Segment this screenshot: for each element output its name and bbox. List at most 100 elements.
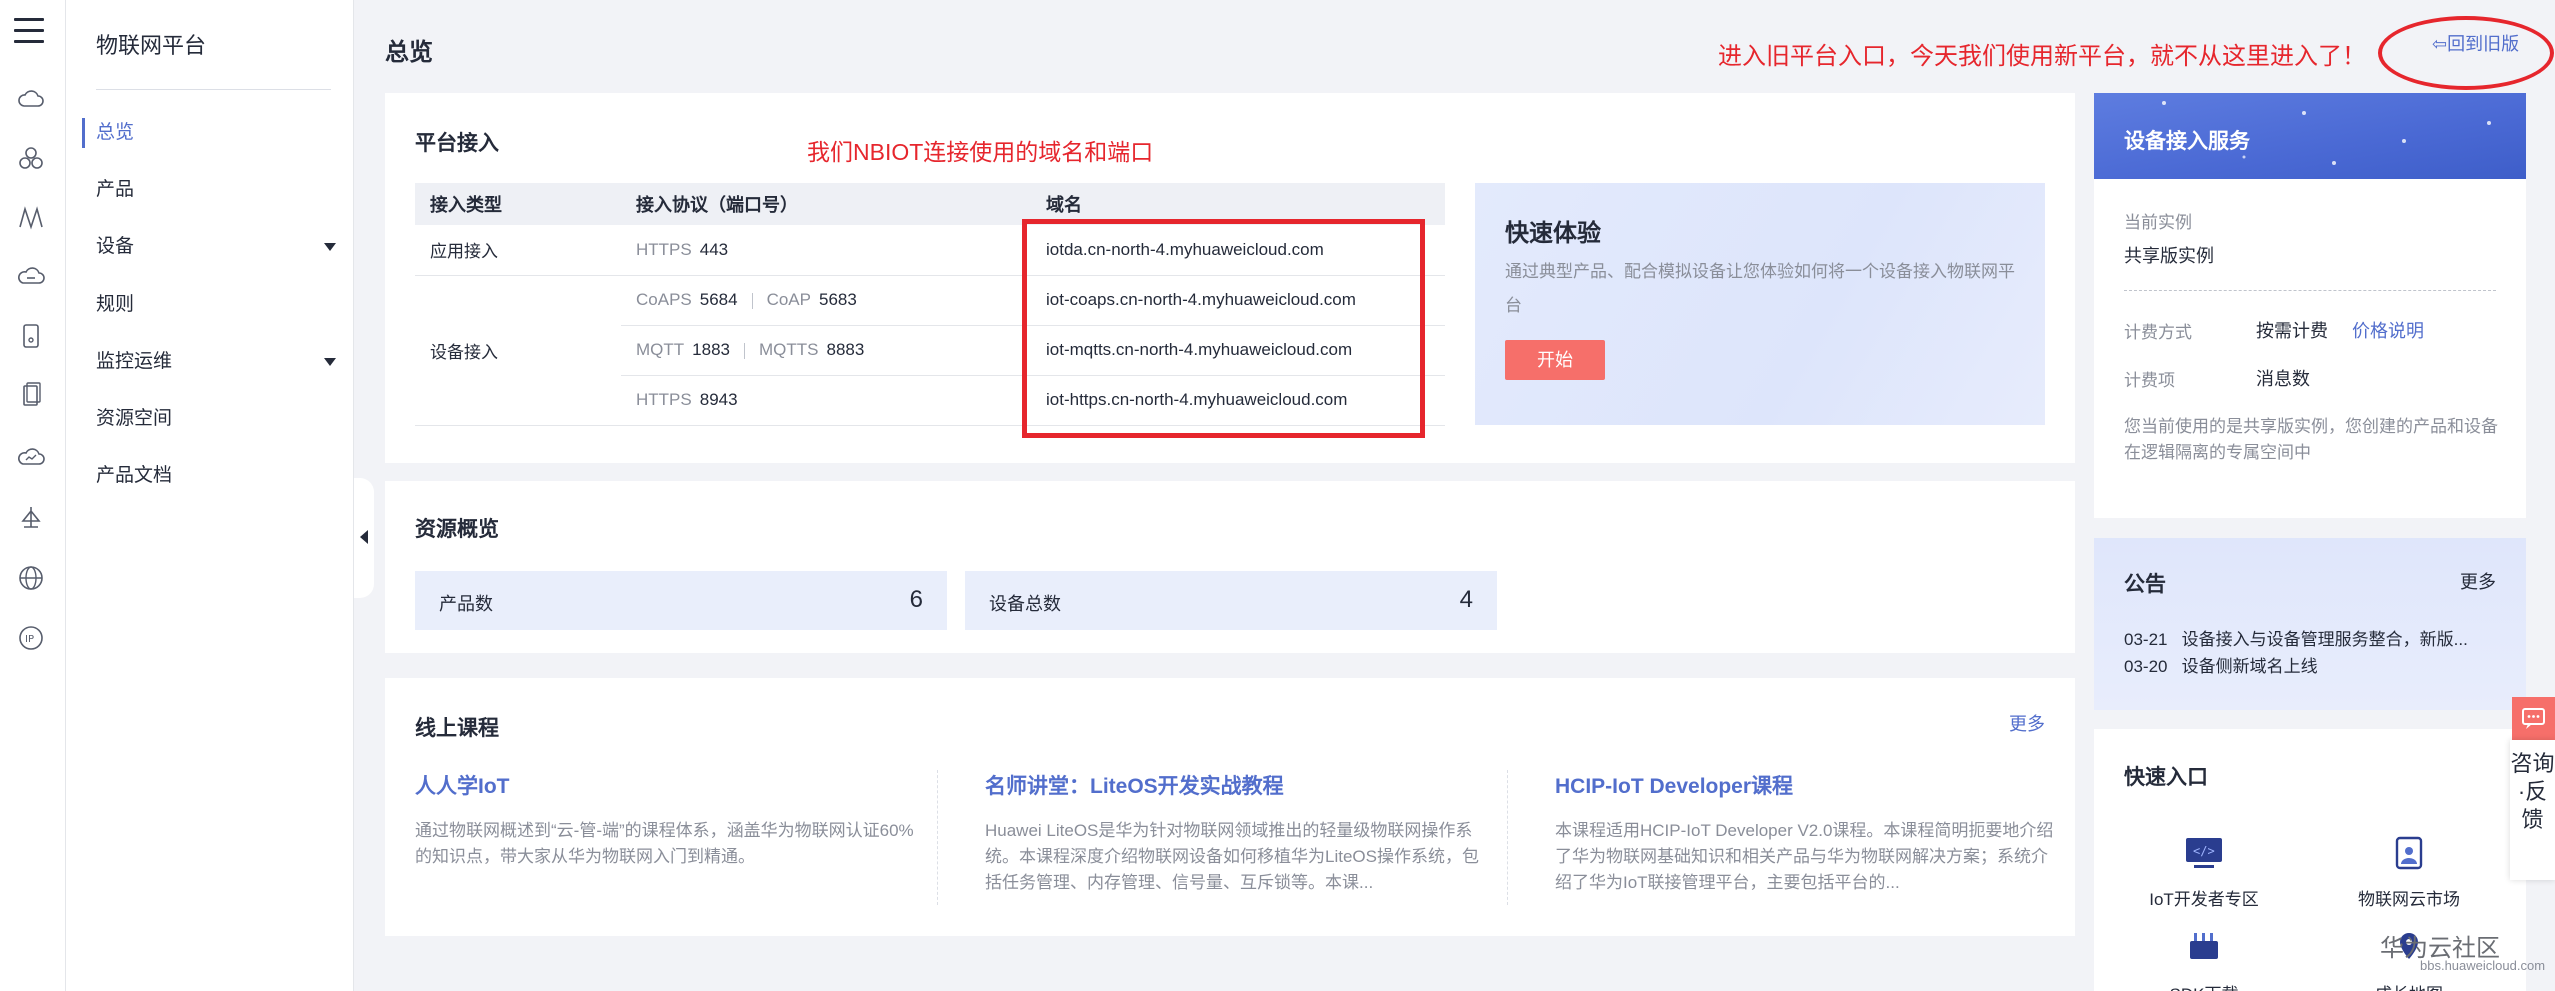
quick-entry-sdk[interactable]: SDK下载	[2139, 929, 2269, 991]
quick-entry-label: 成长地图	[2344, 980, 2474, 991]
protocol-port: 8943	[699, 390, 738, 409]
quick-entry-iot-dev[interactable]: </> IoT开发者专区	[2139, 834, 2269, 910]
network-icon[interactable]	[16, 203, 46, 233]
nav-item-monitor-label: 监控运维	[96, 351, 173, 372]
protocol-cell: CoAPS 5684 CoAP 5683	[621, 275, 1031, 326]
cluster-icon[interactable]	[16, 144, 46, 174]
column-header: 接入类型	[415, 183, 621, 225]
notice-title: 公告	[2124, 573, 2166, 596]
feedback-panel[interactable]: 咨询·反馈	[2510, 740, 2555, 880]
icon-rail: IP	[0, 0, 66, 991]
quick-try-title: 快速体验	[1505, 220, 1601, 247]
collapse-nav-button[interactable]	[354, 478, 374, 598]
chat-button[interactable]	[2512, 697, 2555, 740]
courses-more-link[interactable]: 更多	[2009, 710, 2045, 736]
quick-try-desc: 通过典型产品、配合模拟设备让您体验如何将一个设备接入物联网平台	[1505, 262, 2015, 315]
billing-label: 计费方式	[2124, 323, 2192, 342]
divider	[1507, 770, 1508, 905]
annotation-circle	[2378, 16, 2554, 90]
nav-item-product[interactable]: 产品	[96, 175, 346, 205]
annotation-domain-box	[1022, 219, 1425, 438]
divider	[743, 342, 745, 359]
access-type-cell: 应用接入	[415, 225, 621, 276]
resources-title: 资源概览	[415, 518, 499, 541]
nav-divider	[96, 89, 331, 90]
quick-entry-market[interactable]: 物联网云市场	[2344, 834, 2474, 910]
ip-icon[interactable]: IP	[16, 623, 46, 653]
protocol-name: HTTPS	[636, 239, 692, 259]
market-icon	[2395, 836, 2423, 870]
nav-item-device-label: 设备	[96, 236, 135, 257]
quick-entry-label: IoT开发者专区	[2149, 890, 2259, 909]
chevron-down-icon	[324, 358, 336, 366]
notice-more-link[interactable]: 更多	[2460, 568, 2496, 594]
protocol-name: CoAP	[766, 290, 811, 309]
storage-icon[interactable]	[16, 321, 46, 351]
annotation-old-platform: 进入旧平台入口，今天我们使用新平台，就不从这里进入了！	[1718, 43, 2366, 70]
database-cloud-icon[interactable]	[16, 262, 46, 292]
service-header: 设备接入服务	[2094, 93, 2526, 179]
nav-active-indicator	[82, 118, 85, 148]
device-count-value: 4	[1459, 586, 1473, 613]
globe-icon[interactable]	[16, 563, 46, 593]
nav-item-overview[interactable]: 总览	[96, 118, 346, 148]
document-icon[interactable]	[16, 380, 46, 410]
nav-title: 物联网平台	[96, 33, 207, 58]
sdk-chip-icon	[2190, 933, 2218, 959]
product-count-value: 6	[909, 586, 923, 613]
cloud-icon[interactable]	[16, 85, 46, 115]
instance-note: 您当前使用的是共享版实例，您创建的产品和设备在逻辑隔离的专属空间中	[2124, 417, 2498, 462]
service-title: 设备接入服务	[2124, 130, 2250, 153]
course-title[interactable]: 人人学IoT	[415, 770, 510, 800]
menu-icon[interactable]	[14, 18, 46, 46]
quick-entry-label: 物联网云市场	[2358, 890, 2460, 909]
chat-icon	[2522, 708, 2545, 729]
nav-item-rules[interactable]: 规则	[96, 290, 346, 320]
notice-item[interactable]: 03-20 设备侧新域名上线	[2124, 652, 2504, 677]
device-count-box[interactable]: 设备总数 4	[965, 571, 1497, 630]
notice-text: 设备接入与设备管理服务整合，新版...	[2181, 630, 2468, 649]
protocol-port: 443	[699, 239, 729, 259]
nav-item-resource-space[interactable]: 资源空间	[96, 404, 346, 434]
protocol-name: MQTT	[636, 340, 685, 359]
courses-title: 线上课程	[415, 717, 499, 740]
start-button[interactable]: 开始	[1505, 340, 1605, 380]
nav-item-docs[interactable]: 产品文档	[96, 461, 346, 491]
quick-try-panel: 快速体验 通过典型产品、配合模拟设备让您体验如何将一个设备接入物联网平台 开始	[1475, 183, 2045, 425]
annotation-nbiot: 我们NBIOT连接使用的域名和端口	[807, 139, 1154, 165]
billing-value: 按需计费	[2256, 321, 2328, 341]
courses-card: 线上课程 更多 人人学IoT 通过物联网概述到“云-管-端”的课程体系，涵盖华为…	[385, 678, 2075, 936]
access-type-cell: 设备接入	[415, 275, 621, 426]
svg-text:IP: IP	[25, 634, 34, 645]
product-count-label: 产品数	[439, 594, 493, 614]
protocol-cell: HTTPS 8943	[621, 375, 1031, 426]
course-desc: 通过物联网概述到“云-管-端”的课程体系，涵盖华为物联网认证60%的知识点，带大…	[415, 821, 914, 866]
course-title[interactable]: HCIP-IoT Developer课程	[1555, 770, 1793, 800]
protocol-name: MQTTS	[758, 340, 819, 359]
balance-icon[interactable]	[16, 503, 46, 533]
protocol-port: 5683	[819, 290, 857, 309]
chevron-left-icon	[360, 530, 368, 544]
course-desc: Huawei LiteOS是华为针对物联网领域推出的轻量级物联网操作系统。本课程…	[985, 821, 1479, 892]
svg-text:</>: </>	[2193, 844, 2215, 858]
code-monitor-icon: </>	[2186, 838, 2222, 868]
platform-access-title: 平台接入	[415, 132, 499, 155]
notice-text: 设备侧新域名上线	[2181, 657, 2318, 676]
course-title[interactable]: 名师讲堂：LiteOS开发实战教程	[985, 770, 1284, 800]
platform-access-card: 平台接入 我们NBIOT连接使用的域名和端口 接入类型 接入协议（端口号） 域名…	[385, 93, 2075, 463]
quick-entry-label: SDK下载	[2139, 980, 2269, 991]
cloud-monitor-icon[interactable]	[16, 443, 46, 473]
divider	[751, 292, 753, 309]
device-access-service-card: 设备接入服务 当前实例 共享版实例 计费方式 按需计费 价格说明 计费项 消息数…	[2094, 93, 2526, 518]
nav-item-device[interactable]: 设备	[96, 232, 346, 262]
notice-card: 公告 更多 03-21 设备接入与设备管理服务整合，新版... 03-20 设备…	[2094, 538, 2526, 710]
price-link[interactable]: 价格说明	[2352, 317, 2424, 343]
protocol-name: HTTPS	[636, 390, 692, 409]
nav-item-monitor[interactable]: 监控运维	[96, 347, 346, 377]
quick-entry-title: 快速入口	[2124, 766, 2208, 789]
product-count-box[interactable]: 产品数 6	[415, 571, 947, 630]
divider	[2124, 290, 2496, 291]
notice-item[interactable]: 03-21 设备接入与设备管理服务整合，新版...	[2124, 625, 2504, 650]
protocol-cell: HTTPS 443	[621, 225, 1031, 276]
device-count-label: 设备总数	[989, 594, 1061, 614]
